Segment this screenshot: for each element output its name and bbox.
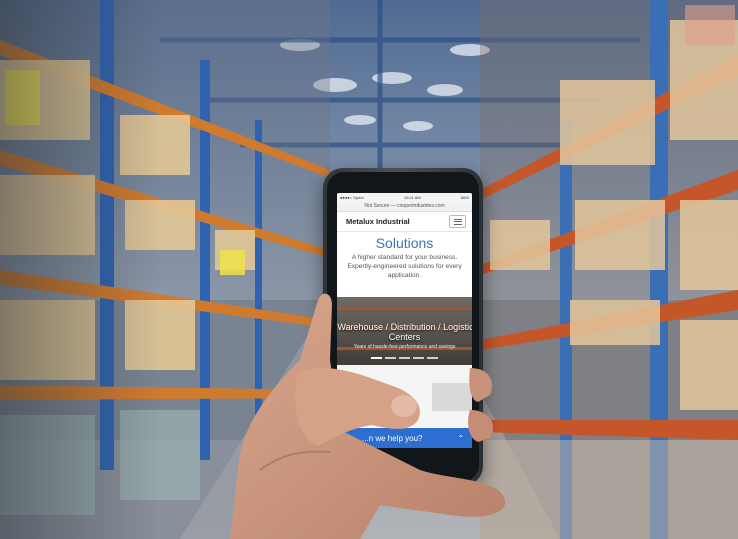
hand-holding-phone [230, 293, 506, 539]
